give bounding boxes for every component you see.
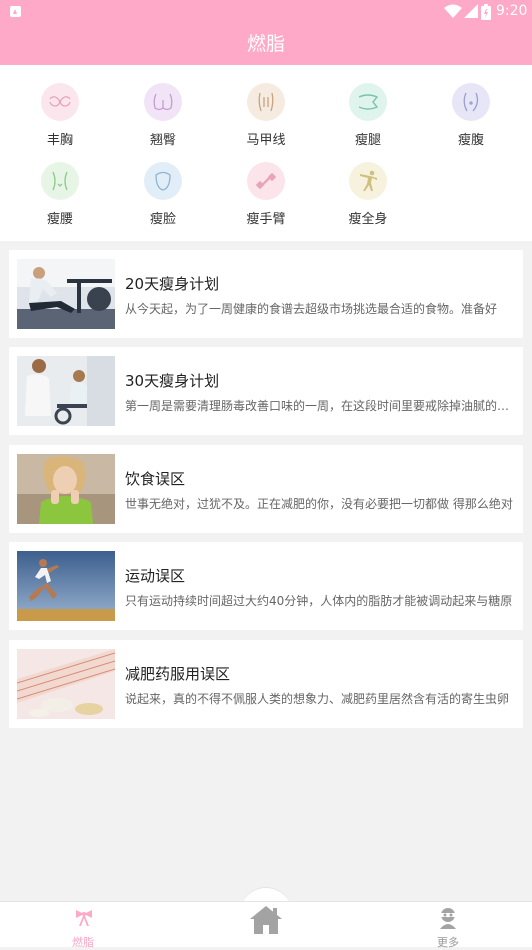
category-label: 瘦腹: [457, 133, 484, 148]
category-label: 瘦腿: [354, 133, 381, 148]
category-label: 瘦腰: [46, 212, 73, 227]
bottom-tab-bar: 燃脂 更多: [0, 901, 532, 949]
category-abs[interactable]: 马甲线: [221, 83, 311, 148]
plan-title: 30天瘦身计划: [125, 372, 220, 390]
plan-desc: 世事无绝对，过犹不及。正在减肥的你，没有必要把一切都做 得那么绝对: [125, 497, 513, 511]
more-icon: [440, 908, 456, 929]
wifi-icon: [444, 4, 462, 18]
plan-title: 20天瘦身计划: [125, 275, 220, 293]
plan-card[interactable]: 减肥药服用误区 说起来，真的不得不佩服人类的想象力、减肥药里居然含有活的寄生虫卵: [9, 640, 523, 728]
status-time: 9:20: [496, 3, 528, 19]
fullbody-icon: [349, 162, 387, 200]
status-bar: 9:20: [0, 0, 532, 24]
thinking-woman-photo: [17, 454, 115, 524]
abs-icon: [247, 83, 285, 121]
plan-card[interactable]: 运动误区 只有运动持续时间超过大约40分钟，人体内的脂肪才能被调动起来与糖原: [9, 542, 523, 630]
plan-card[interactable]: 30天瘦身计划 第一周是需要清理肠毒改善口味的一周，在这段时间里要戒除掉油腻的食…: [9, 347, 523, 435]
category-legs[interactable]: 瘦腿: [323, 83, 413, 148]
battery-icon: [481, 4, 491, 20]
plan-title: 饮食误区: [125, 470, 186, 488]
category-label: 丰胸: [46, 133, 73, 148]
measuring-tape-photo: [17, 649, 115, 719]
category-label: 瘦全身: [348, 212, 388, 227]
runner-photo: [17, 551, 115, 621]
tab-home[interactable]: [221, 902, 311, 947]
signal-icon: [464, 4, 478, 18]
plan-desc: 第一周是需要清理肠毒改善口味的一周，在这段时间里要戒除掉油腻的食物: [125, 399, 513, 413]
category-label: 马甲线: [246, 133, 286, 148]
category-fullbody[interactable]: 瘦全身: [323, 162, 413, 227]
category-label: 瘦脸: [149, 212, 176, 227]
category-panel: 丰胸 翘臀 马甲线 瘦腿 瘦腹 瘦腰 瘦脸 瘦手臂 瘦全身: [0, 65, 532, 241]
tab-more[interactable]: 更多: [403, 902, 493, 949]
belly-icon: [452, 83, 490, 121]
plan-desc: 说起来，真的不得不佩服人类的想象力、减肥药里居然含有活的寄生虫卵: [125, 692, 510, 706]
category-arms[interactable]: 瘦手臂: [221, 162, 311, 227]
tab-label: 更多: [437, 936, 459, 949]
page-title: 燃脂: [0, 24, 532, 65]
rowing-machine-photo: [17, 259, 115, 329]
tab-label: 燃脂: [72, 936, 94, 949]
face-icon: [144, 162, 182, 200]
plan-desc: 从今天起，为了一周健康的食谱去超级市场挑选最合适的食物。准备好: [125, 302, 498, 316]
plan-card[interactable]: 饮食误区 世事无绝对，过犹不及。正在减肥的你，没有必要把一切都做 得那么绝对: [9, 445, 523, 533]
hips-icon: [144, 83, 182, 121]
category-label: 瘦手臂: [246, 212, 286, 227]
category-face[interactable]: 瘦脸: [118, 162, 208, 227]
waist-icon: [41, 162, 79, 200]
notification-icon: [10, 6, 21, 17]
plan-desc: 只有运动持续时间超过大约40分钟，人体内的脂肪才能被调动起来与糖原: [125, 594, 513, 608]
tab-fat-burn[interactable]: 燃脂: [38, 902, 128, 949]
category-belly[interactable]: 瘦腹: [426, 83, 516, 148]
plan-title: 减肥药服用误区: [125, 665, 231, 683]
dumbbell-icon: [247, 162, 285, 200]
bow-icon: [76, 910, 92, 926]
exercise-bike-photo: [17, 356, 115, 426]
category-waist[interactable]: 瘦腰: [15, 162, 105, 227]
plan-title: 运动误区: [125, 567, 186, 585]
legs-icon: [349, 83, 387, 121]
plan-card[interactable]: 20天瘦身计划 从今天起，为了一周健康的食谱去超级市场挑选最合适的食物。准备好: [9, 250, 523, 338]
category-hips[interactable]: 翘臀: [118, 83, 208, 148]
category-chest[interactable]: 丰胸: [15, 83, 105, 148]
home-icon: [250, 906, 282, 934]
category-label: 翘臀: [149, 133, 176, 148]
chest-icon: [41, 83, 79, 121]
